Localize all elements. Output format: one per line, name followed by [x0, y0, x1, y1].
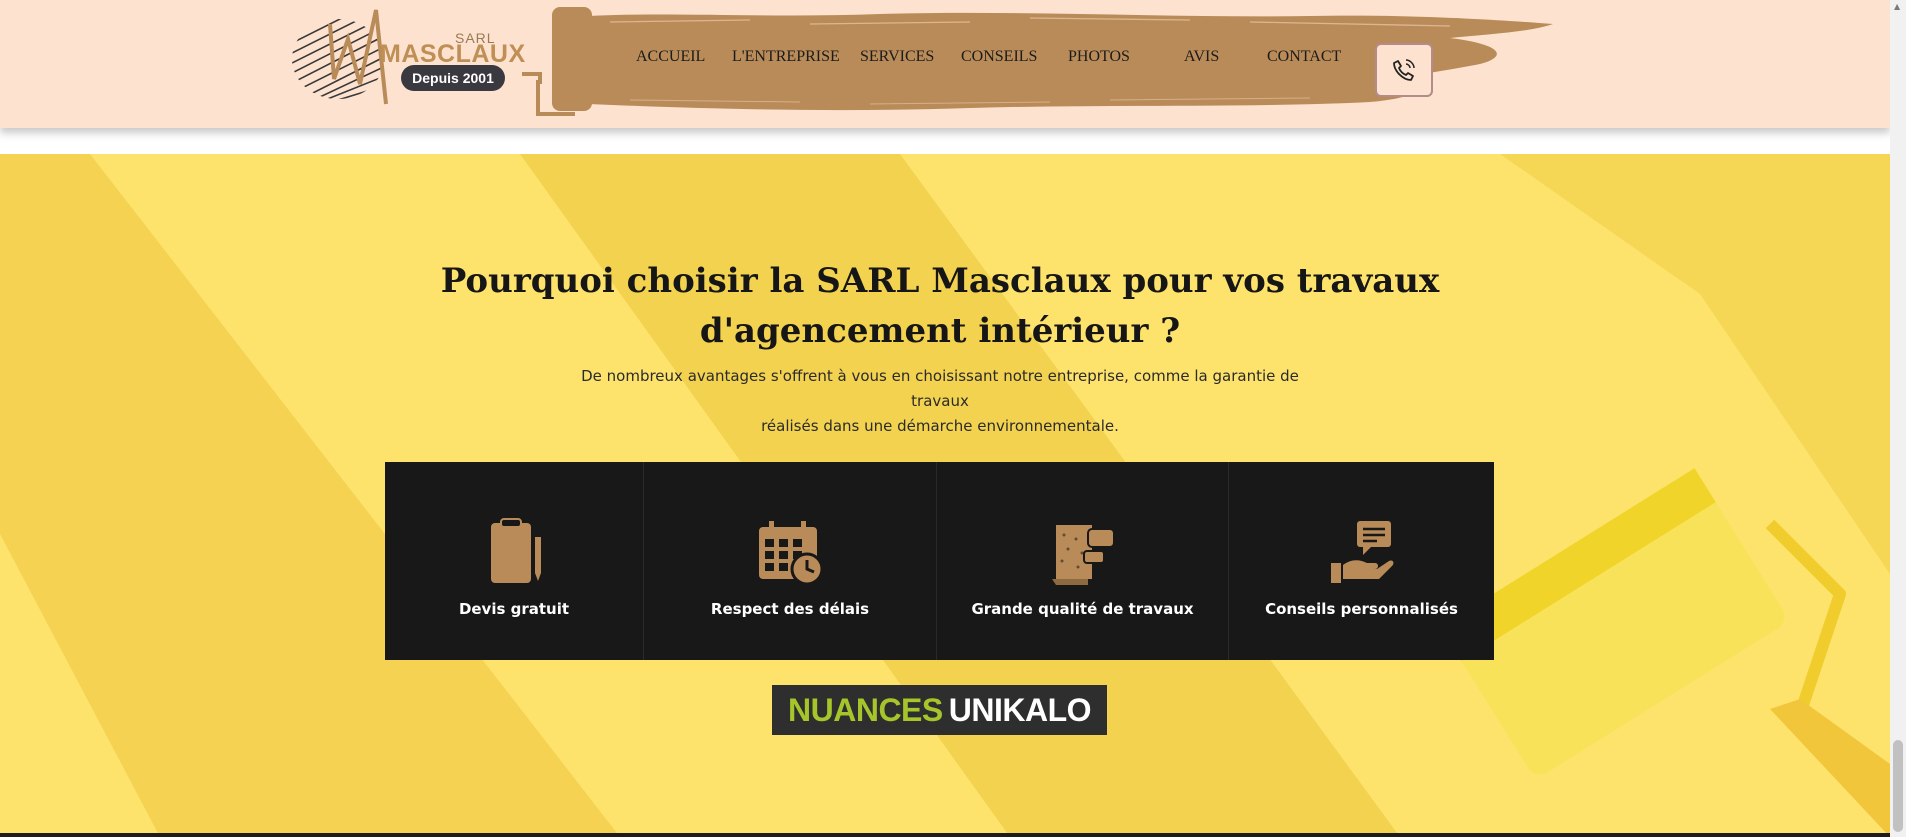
scrollbar-thumb[interactable]: [1893, 740, 1903, 832]
header-gap: [0, 128, 1890, 154]
feature-free-quote: Devis gratuit: [385, 462, 643, 660]
nav-item-services[interactable]: SERVICES: [860, 48, 934, 66]
nav-item-contact[interactable]: CONTACT: [1267, 48, 1341, 66]
section-subtitle-line1: De nombreux avantages s'offrent à vous e…: [581, 367, 1299, 410]
banner-nuances-text: NUANCES: [788, 692, 943, 728]
feature-advice: Conseils personnalisés: [1228, 462, 1494, 660]
section-subtitle: De nombreux avantages s'offrent à vous e…: [560, 364, 1320, 439]
section-subtitle-line2: réalisés dans une démarche environnement…: [761, 417, 1119, 435]
why-choose-section: Pourquoi choisir la SARL Masclaux pour v…: [0, 154, 1890, 837]
section-title-line2: d'agencement intérieur ?: [699, 311, 1181, 351]
nav-item-entreprise[interactable]: L'ENTREPRISE: [732, 48, 840, 66]
nav-item-avis[interactable]: AVIS: [1184, 48, 1219, 66]
calendar-clock-icon: [759, 521, 824, 586]
feature-quality: Grande qualité de travaux: [936, 462, 1228, 660]
paint-roller-illustration: [1440, 468, 1890, 837]
nuances-unikalo-banner[interactable]: NUANCES UNIKALO: [772, 685, 1107, 735]
nav-item-accueil[interactable]: ACCUEIL: [636, 48, 705, 66]
feature-label: Devis gratuit: [458, 600, 570, 618]
banner-unikalo-text: UNIKALO: [948, 692, 1092, 728]
hand-message-icon: [1330, 521, 1393, 583]
section-title: Pourquoi choisir la SARL Masclaux pour v…: [400, 256, 1480, 356]
clipboard-icon: [491, 518, 541, 583]
feature-label: Conseils personnalisés: [1265, 600, 1458, 618]
site-header: SARL MASCLAUX Depuis 2001 ACCUEIL L'ENTR…: [0, 0, 1890, 128]
feature-label: Respect des délais: [710, 600, 870, 618]
section-title-line1: Pourquoi choisir la SARL Masclaux pour v…: [440, 261, 1440, 301]
features-grid: Devis gratuit Respect des délais Grande …: [385, 462, 1494, 660]
feature-label: Grande qualité de travaux: [971, 600, 1194, 618]
nav-item-photos[interactable]: PHOTOS: [1068, 48, 1130, 66]
nav-item-conseils[interactable]: CONSEILS: [961, 48, 1037, 66]
page-scrollbar[interactable]: ▲: [1890, 0, 1906, 837]
wallpaper-roll-icon: [1051, 525, 1115, 585]
feature-deadlines: Respect des délais: [643, 462, 936, 660]
phone-button[interactable]: [1375, 43, 1433, 97]
footer-edge: [0, 833, 1890, 837]
phone-icon: [1393, 59, 1415, 81]
main-nav: ACCUEIL L'ENTREPRISE SERVICES CONSEILS P…: [0, 48, 1906, 74]
scroll-up-arrow-icon[interactable]: ▲: [1894, 2, 1900, 11]
